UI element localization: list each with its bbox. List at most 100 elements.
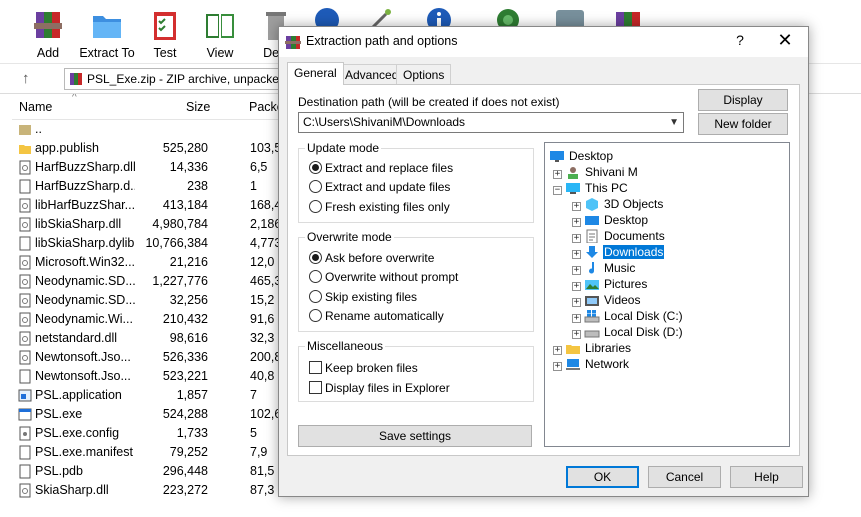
view-button[interactable]: View <box>190 6 250 62</box>
expand-toggle[interactable]: + <box>572 202 581 211</box>
file-row[interactable]: libSkiaSharp.dylib 10,766,384 4,773,2 <box>12 234 292 253</box>
chevron-down-icon[interactable]: ▼ <box>669 113 679 132</box>
expand-toggle[interactable]: + <box>572 314 581 323</box>
file-row[interactable]: libHarfBuzzShar... 413,184 168,4 <box>12 196 292 215</box>
expand-toggle[interactable]: + <box>572 298 581 307</box>
expand-toggle[interactable]: + <box>572 250 581 259</box>
file-row[interactable]: Neodynamic.Wi... 210,432 91,6 <box>12 310 292 329</box>
overwrite-without-prompt-radio[interactable]: Overwrite without prompt <box>309 270 458 286</box>
ok-button[interactable]: OK <box>566 466 639 488</box>
expand-toggle[interactable]: + <box>572 234 581 243</box>
tree-node[interactable]: + Libraries <box>553 341 632 357</box>
file-row[interactable]: PSL.exe 524,288 102,6 <box>12 405 292 424</box>
file-row[interactable]: PSL.exe.config 1,733 5 <box>12 424 292 443</box>
tree-node[interactable]: Desktop <box>549 149 614 165</box>
expand-toggle[interactable]: + <box>572 266 581 275</box>
file-row[interactable]: netstandard.dll 98,616 32,3 <box>12 329 292 348</box>
tree-node[interactable]: + Downloads <box>572 245 665 261</box>
destination-path-combo[interactable]: C:\Users\ShivaniM\Downloads ▼ <box>298 112 684 133</box>
file-packed: 7 <box>250 388 257 402</box>
extract-replace-radio[interactable]: Extract and replace files <box>309 161 453 177</box>
column-name[interactable]: Name <box>19 100 52 114</box>
file-name: libSkiaSharp.dll <box>35 217 122 231</box>
extract-to-button[interactable]: Extract To <box>77 6 137 62</box>
expand-toggle[interactable]: + <box>572 282 581 291</box>
dialog-titlebar[interactable]: Extraction path and options ? ✕ <box>279 27 808 57</box>
radio[interactable] <box>309 309 322 322</box>
expand-toggle[interactable]: − <box>553 186 562 195</box>
folder-tree[interactable]: Desktop + Shivani M − This PC +3D Objects + Des… <box>544 142 790 447</box>
title-help-button[interactable]: ? <box>731 32 749 48</box>
checkbox[interactable] <box>309 381 322 394</box>
rename-automatically-radio[interactable]: Rename automatically <box>309 309 444 325</box>
file-row[interactable]: Newtonsoft.Jso... 526,336 200,8 <box>12 348 292 367</box>
tree-node[interactable]: + Local Disk (D:) <box>572 325 684 341</box>
expand-toggle[interactable]: + <box>553 170 562 179</box>
cancel-button[interactable]: Cancel <box>648 466 721 488</box>
column-size[interactable]: Size <box>186 100 210 114</box>
expand-toggle[interactable]: + <box>572 218 581 227</box>
tree-node[interactable]: + Music <box>572 261 636 277</box>
tree-node[interactable]: − This PC <box>553 181 629 197</box>
file-packed: 5 <box>250 426 257 440</box>
display-in-explorer-checkbox[interactable]: Display files in Explorer <box>309 381 450 397</box>
fresh-existing-radio[interactable]: Fresh existing files only <box>309 200 450 216</box>
help-button[interactable]: Help <box>730 466 803 488</box>
expand-toggle[interactable]: + <box>553 346 562 355</box>
display-button[interactable]: Display <box>698 89 788 111</box>
up-arrow-icon[interactable]: ↑ <box>22 70 30 87</box>
file-row[interactable]: PSL.pdb 296,448 81,5 <box>12 462 292 481</box>
radio[interactable] <box>309 180 322 193</box>
file-row[interactable]: libSkiaSharp.dll 4,980,784 2,186,0 <box>12 215 292 234</box>
archive-path-field[interactable]: PSL_Exe.zip - ZIP archive, unpacked <box>64 68 284 90</box>
keep-broken-files-checkbox[interactable]: Keep broken files <box>309 361 418 377</box>
save-settings-button[interactable]: Save settings <box>298 425 532 447</box>
tree-node[interactable]: + Shivani M <box>553 165 639 181</box>
file-row[interactable]: HarfBuzzSharp.dll 14,336 6,5 <box>12 158 292 177</box>
tab-options[interactable]: Options <box>396 64 452 84</box>
sort-caret-icon: ^ <box>72 94 77 103</box>
add-label: Add <box>36 46 60 60</box>
file-row[interactable]: Newtonsoft.Jso... 523,221 40,8 <box>12 367 292 386</box>
radio-selected[interactable] <box>309 251 322 264</box>
radio[interactable] <box>309 270 322 283</box>
tree-node[interactable]: + Desktop <box>572 213 649 229</box>
file-row[interactable]: Neodynamic.SD... 32,256 15,2 <box>12 291 292 310</box>
file-name: Neodynamic.SD... <box>35 293 135 307</box>
tree-node[interactable]: + Network <box>553 357 630 373</box>
overwrite-mode-group: Overwrite mode Ask before overwrite Over… <box>298 230 534 332</box>
new-folder-button[interactable]: New folder <box>698 113 788 135</box>
test-button[interactable]: Test <box>135 6 195 62</box>
file-row[interactable]: Microsoft.Win32... 21,216 12,0 <box>12 253 292 272</box>
file-row[interactable]: app.publish 525,280 103,5 <box>12 139 292 158</box>
file-packed: 103,5 <box>250 141 282 155</box>
file-row[interactable]: HarfBuzzSharp.d... 238 1 <box>12 177 292 196</box>
add-button[interactable]: Add <box>18 6 78 62</box>
radio[interactable] <box>309 290 322 303</box>
file-row[interactable]: .. <box>12 120 292 139</box>
tree-node[interactable]: + Videos <box>572 293 641 309</box>
file-row[interactable]: SkiaSharp.dll 223,272 87,3 <box>12 481 292 500</box>
checkbox[interactable] <box>309 361 322 374</box>
file-row[interactable]: PSL.application 1,857 7 <box>12 386 292 405</box>
file-size: 1,227,776 <box>152 274 208 288</box>
file-name: app.publish <box>35 141 99 155</box>
ask-before-overwrite-radio[interactable]: Ask before overwrite <box>309 251 434 267</box>
tree-node[interactable]: +3D Objects <box>572 197 664 213</box>
radio-selected[interactable] <box>309 161 322 174</box>
dll-file-icon <box>19 160 31 175</box>
file-icon <box>19 236 31 251</box>
extract-update-radio[interactable]: Extract and update files <box>309 180 450 196</box>
file-row[interactable]: PSL.exe.manifest 79,252 7,9 <box>12 443 292 462</box>
radio[interactable] <box>309 200 322 213</box>
tab-general[interactable]: General <box>287 62 344 85</box>
tree-node[interactable]: + Documents <box>572 229 666 245</box>
videos-icon <box>585 296 599 306</box>
expand-toggle[interactable]: + <box>553 362 562 371</box>
skip-existing-radio[interactable]: Skip existing files <box>309 290 417 306</box>
file-row[interactable]: Neodynamic.SD... 1,227,776 465,3 <box>12 272 292 291</box>
title-close-button[interactable]: ✕ <box>773 30 797 51</box>
tree-node[interactable]: + Pictures <box>572 277 648 293</box>
expand-toggle[interactable]: + <box>572 330 581 339</box>
tree-node[interactable]: + Local Disk (C:) <box>572 309 684 325</box>
